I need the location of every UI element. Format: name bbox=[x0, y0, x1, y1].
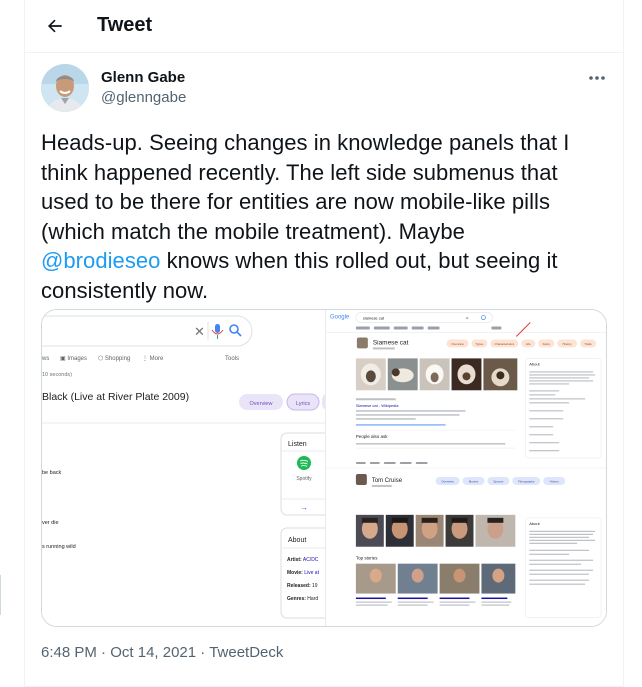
separator: · bbox=[96, 644, 111, 661]
people-also-ask: People also ask bbox=[356, 434, 388, 439]
tweet-image[interactable]: ✕ ws ▣ Images ⬡ Shopping ⋮ More Tools 10… bbox=[41, 309, 607, 627]
entity2-name: Tom Cruise bbox=[372, 478, 403, 484]
svg-text:Life: Life bbox=[526, 342, 531, 346]
separator: · bbox=[196, 644, 210, 661]
author-handle[interactable]: @glenngabe bbox=[101, 89, 186, 106]
svg-text:Videos: Videos bbox=[550, 479, 560, 483]
mention-link[interactable]: @brodieseo bbox=[41, 248, 160, 273]
listen-title: Listen bbox=[288, 441, 307, 448]
more-button[interactable] bbox=[583, 64, 611, 92]
about-title-2: About bbox=[529, 521, 540, 526]
tweet-time[interactable]: 6:48 PM bbox=[41, 644, 97, 661]
lyric-line: ver die bbox=[42, 520, 59, 526]
lyric-line: s running wild bbox=[42, 544, 76, 550]
result-stats: 10 seconds) bbox=[42, 372, 72, 378]
google-logo: Google bbox=[330, 315, 350, 321]
more-options-icon bbox=[589, 76, 605, 80]
arrow-left-icon bbox=[48, 19, 62, 33]
about-row: Genres: Hard bbox=[287, 596, 318, 602]
tab-more: ⋮ More bbox=[142, 356, 164, 362]
song-title: Black (Live at River Plate 2009) bbox=[42, 391, 189, 403]
tweet-timestamp: 6:48 PM · Oct 14, 2021 · TweetDeck bbox=[41, 644, 283, 661]
about-title: About bbox=[288, 537, 306, 544]
page-header: Tweet bbox=[25, 0, 623, 53]
about-row: Released: 19 bbox=[287, 583, 318, 589]
back-button[interactable] bbox=[37, 8, 73, 44]
spotify-label: Spotify bbox=[296, 476, 312, 482]
tweet-source[interactable]: TweetDeck bbox=[209, 644, 283, 661]
tweet-date[interactable]: Oct 14, 2021 bbox=[110, 644, 196, 661]
search-query: siamese cat bbox=[363, 316, 385, 321]
close-icon: ✕ bbox=[466, 316, 469, 321]
arrow-right-icon: → bbox=[300, 503, 308, 512]
entity-name: Siamese cat bbox=[373, 339, 409, 346]
tweet-line: consistently now. bbox=[41, 277, 209, 303]
close-icon: ✕ bbox=[194, 324, 205, 339]
top-stories: Top stories bbox=[356, 556, 378, 561]
pill-lyrics: Lyrics bbox=[296, 401, 310, 407]
svg-text:History: History bbox=[563, 342, 573, 346]
svg-text:Facts: Facts bbox=[543, 342, 551, 346]
tweet-text: Heads-up. Seeing changes in knowledge pa… bbox=[41, 128, 611, 305]
svg-text:Overview: Overview bbox=[441, 479, 454, 483]
tweet-line: (which match the mobile treatment). Mayb… bbox=[41, 218, 465, 244]
tools-label: Tools bbox=[225, 356, 239, 362]
lyric-line: be back bbox=[42, 470, 62, 476]
result-link: Siamese cat - Wikipedia bbox=[356, 403, 399, 408]
svg-text:Filmography: Filmography bbox=[518, 479, 535, 483]
tweet-line: used to be there for entities are now mo… bbox=[41, 189, 551, 214]
svg-text:Characteristics: Characteristics bbox=[495, 342, 515, 346]
svg-text:Traits: Traits bbox=[584, 342, 592, 346]
tweet-line: think happened recently. The left side s… bbox=[41, 159, 558, 185]
story-images bbox=[355, 563, 516, 594]
scroll-edge-marker bbox=[0, 575, 3, 615]
entity2-pills: Overview Movies Spouse Filmography Video… bbox=[435, 476, 566, 485]
svg-text:Types: Types bbox=[475, 342, 483, 346]
about-row: Movie: Live at bbox=[287, 570, 320, 576]
svg-text:Spouse: Spouse bbox=[493, 479, 503, 483]
about-row: Artist: AC/DC bbox=[287, 557, 319, 563]
about-title: About bbox=[529, 361, 540, 366]
author-name[interactable]: Glenn Gabe bbox=[101, 69, 185, 86]
tab-images: ▣ Images bbox=[60, 356, 87, 362]
cat-images bbox=[355, 358, 518, 391]
tweet-line: @brodieseo knows when this rolled out, b… bbox=[41, 246, 611, 276]
pill-overview: Overview bbox=[250, 401, 273, 407]
svg-text:Overview: Overview bbox=[451, 342, 464, 346]
avatar[interactable] bbox=[41, 64, 89, 112]
avatar-image bbox=[41, 64, 89, 112]
page-title: Tweet bbox=[97, 14, 153, 36]
tab-shopping: ⬡ Shopping bbox=[98, 355, 130, 362]
tweet-line: Heads-up. Seeing changes in knowledge pa… bbox=[41, 130, 570, 155]
tweet-line-rest: knows when this rolled out, but seeing i… bbox=[160, 248, 558, 273]
person-images bbox=[355, 514, 516, 547]
screenshot-right: Google siamese cat ✕ Siamese cat Overvie… bbox=[325, 310, 606, 626]
svg-text:Movies: Movies bbox=[469, 479, 479, 483]
screenshot-left: ✕ ws ▣ Images ⬡ Shopping ⋮ More Tools 10… bbox=[42, 310, 327, 626]
tab-all: ws bbox=[42, 356, 49, 362]
